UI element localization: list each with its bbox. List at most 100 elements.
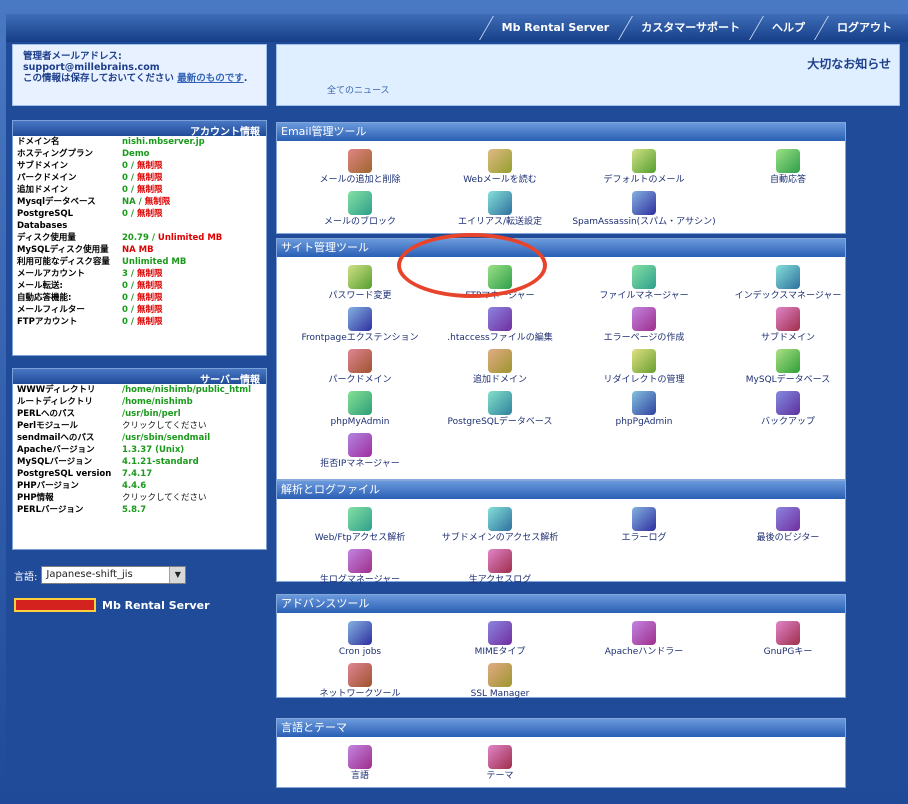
server-key: WWWディレクトリ (17, 385, 96, 395)
nav-customer-support[interactable]: カスタマーサポート (623, 14, 754, 42)
server-value: 7.4.17 (122, 469, 153, 479)
account-row: MySQLディスク使用量 NA MB (13, 244, 266, 256)
tool-item[interactable]: .htaccessファイルの編集 (425, 307, 575, 343)
account-row: パークドメイン 0 / 無制限 (13, 172, 266, 184)
nav-help[interactable]: ヘルプ (754, 14, 819, 42)
tool-item[interactable]: メールのブロック (285, 191, 435, 227)
admin-note: この情報は保存しておいてください 最新のものです. (23, 73, 248, 84)
section-body: パスワード変更 FTPマネージャー ファイルマネージャー インデックスマネージャー Fr… (277, 257, 845, 479)
server-key: Perlモジュール (17, 421, 79, 431)
account-value: Unlimited MB (122, 257, 187, 267)
server-value: 5.8.7 (122, 505, 147, 515)
server-row: PHP情報 クリックしてください (13, 492, 266, 504)
chevron-down-icon[interactable]: ▼ (169, 567, 186, 583)
section-4: 言語とテーマ 言語 テーマ (276, 718, 846, 788)
tool-item[interactable]: phpMyAdmin (285, 391, 435, 427)
language-dropdown[interactable]: Japanese-shift_jis ▼ (41, 566, 187, 584)
account-row: Mysqlデータベース NA / 無制限 (13, 196, 266, 208)
account-row: 追加ドメイン 0 / 無制限 (13, 184, 266, 196)
tool-item[interactable]: 生アクセスログ (425, 549, 575, 585)
account-value: 0 / 無制限 (122, 293, 163, 303)
account-key: メール転送: (17, 281, 63, 291)
tool-icon (632, 507, 656, 531)
server-value: /home/nishimb (122, 397, 193, 407)
tool-item[interactable]: SpamAssassin(スパム・アサシン) (569, 191, 719, 227)
tool-item[interactable]: エイリアス/転送設定 (425, 191, 575, 227)
account-row: サブドメイン 0 / 無制限 (13, 160, 266, 172)
tool-icon (488, 391, 512, 415)
tool-item[interactable]: PostgreSQLデータベース (425, 391, 575, 427)
tool-item[interactable]: 拒否IPマネージャー (285, 433, 435, 469)
tool-icon (488, 663, 512, 687)
server-value[interactable]: クリックしてください (122, 492, 207, 504)
server-value: /usr/bin/perl (122, 409, 181, 419)
tool-item[interactable]: サブドメインのアクセス解析 (425, 507, 575, 543)
section-body: メールの追加と削除 Webメールを読む デフォルトのメール 自動応答 メールのブロックエ… (277, 141, 845, 233)
tool-icon (488, 149, 512, 173)
tool-icon (488, 307, 512, 331)
server-row: PERLへのパス/usr/bin/perl (13, 408, 266, 420)
account-value: 0 / 無制限 (122, 209, 163, 219)
server-info-title: サーバー情報 (13, 369, 266, 386)
tool-item[interactable]: phpPgAdmin (569, 391, 719, 427)
account-row: メール転送: 0 / 無制限 (13, 280, 266, 292)
tool-item[interactable]: 追加ドメイン (425, 349, 575, 385)
server-row: Apacheバージョン 1.3.37 (Unix) (13, 444, 266, 456)
account-value: 0 / 無制限 (122, 305, 163, 315)
section-title: アドバンスツール (277, 595, 845, 613)
tool-item[interactable]: MIMEタイプ (425, 621, 575, 657)
tool-item[interactable]: Apacheハンドラー (569, 621, 719, 657)
tool-item[interactable]: SSL Manager (425, 663, 575, 699)
section-title: Email管理ツール (277, 123, 845, 141)
tool-item[interactable]: インデックスマネージャー (713, 265, 863, 301)
language-label: 言語: (14, 571, 38, 583)
tool-icon (776, 391, 800, 415)
tool-item[interactable]: パークドメイン (285, 349, 435, 385)
tool-item[interactable]: Web/Ftpアクセス解析 (285, 507, 435, 543)
server-key: PHPバージョン (17, 481, 79, 491)
tool-icon (348, 191, 372, 215)
news-panel: 大切なお知らせ 全てのニュース (276, 44, 900, 106)
tool-item[interactable]: サブドメイン (713, 307, 863, 343)
account-value: 0 / 無制限 (122, 317, 163, 327)
tool-item[interactable]: Webメールを読む (425, 149, 575, 185)
account-row: PostgreSQL Databases 0 / 無制限 (13, 208, 266, 232)
account-key: パークドメイン (17, 173, 77, 183)
tool-item[interactable]: リダイレクトの管理 (569, 349, 719, 385)
tool-item[interactable]: 言語 (285, 745, 435, 781)
section-0: Email管理ツール メールの追加と削除 Webメールを読む デフォルトのメール 自動応… (276, 122, 846, 234)
tool-icon (776, 307, 800, 331)
tool-item[interactable]: メールの追加と削除 (285, 149, 435, 185)
tool-item[interactable]: 自動応答 (713, 149, 863, 185)
tool-icon (348, 433, 372, 457)
tool-icon (348, 507, 372, 531)
tool-item[interactable]: エラーページの作成 (569, 307, 719, 343)
tool-icon (488, 507, 512, 531)
server-key: ルートディレクトリ (17, 397, 93, 407)
red-highlight-circle (397, 233, 547, 298)
tool-item[interactable]: テーマ (425, 745, 575, 781)
server-value[interactable]: クリックしてください (122, 420, 207, 432)
tool-item[interactable]: Cron jobs (285, 621, 435, 657)
tool-item[interactable]: GnuPGキー (713, 621, 863, 657)
latest-link[interactable]: 最新のものです (177, 73, 244, 84)
account-info-box: アカウント情報 ドメイン名 nishi.mbserver.jp ホスティングプラン D… (12, 120, 267, 356)
tool-item[interactable]: バックアップ (713, 391, 863, 427)
tool-item[interactable]: MySQLデータベース (713, 349, 863, 385)
tool-item[interactable]: 生ログマネージャー (285, 549, 435, 585)
all-news-link[interactable]: 全てのニュース (327, 83, 390, 96)
account-key: Mysqlデータベース (17, 197, 96, 207)
account-key: FTPアカウント (17, 317, 78, 327)
tool-item[interactable]: Frontpageエクステンション (285, 307, 435, 343)
tool-item[interactable]: 最後のビジター (713, 507, 863, 543)
server-info-box: サーバー情報 WWWディレクトリ/home/nishimb/public_htm… (12, 368, 267, 550)
tool-item[interactable]: エラーログ (569, 507, 719, 543)
server-row: MySQLバージョン 4.1.21-standard (13, 456, 266, 468)
tool-item[interactable]: デフォルトのメール (569, 149, 719, 185)
tool-item[interactable]: ネットワークツール (285, 663, 435, 699)
section-1: サイト管理ツール パスワード変更 FTPマネージャー ファイルマネージャー インデックス… (276, 238, 846, 480)
tool-item[interactable]: ファイルマネージャー (569, 265, 719, 301)
server-key: MySQLバージョン (17, 457, 93, 467)
nav-logout[interactable]: ログアウト (819, 14, 906, 42)
nav-mb-rental-server[interactable]: Mb Rental Server (484, 14, 624, 42)
